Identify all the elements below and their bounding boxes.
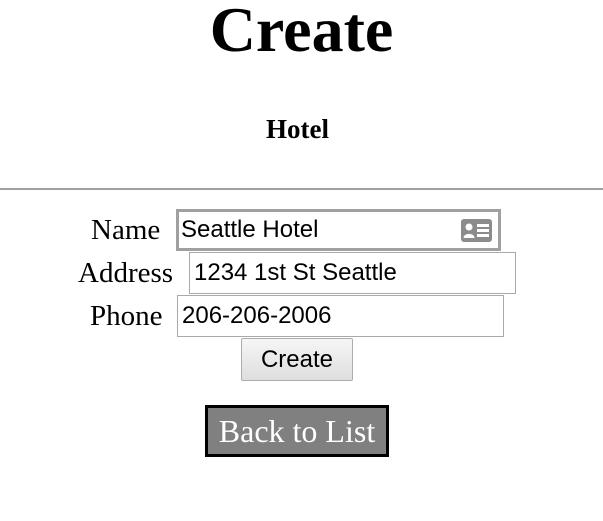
back-to-list-link[interactable]: Back to List: [205, 405, 389, 457]
name-input-value: Seattle Hotel: [181, 216, 319, 243]
address-input[interactable]: 1234 1st St Seattle: [189, 252, 516, 294]
phone-input-value: 206-206-2006: [182, 302, 332, 329]
contact-card-icon[interactable]: [461, 219, 492, 242]
address-input-value: 1234 1st St Seattle: [194, 259, 397, 286]
name-label: Name: [91, 214, 161, 246]
phone-label: Phone: [90, 300, 163, 332]
page-subtitle: Hotel: [266, 114, 329, 144]
create-hotel-page: Create Hotel Name Seattle Hotel Address …: [0, 0, 603, 521]
name-input[interactable]: Seattle Hotel: [176, 209, 501, 251]
page-title: Create: [209, 0, 394, 65]
phone-row: Phone 206-206-2006: [0, 295, 603, 337]
phone-input[interactable]: 206-206-2006: [177, 295, 504, 337]
address-label: Address: [78, 257, 174, 289]
name-row: Name Seattle Hotel: [0, 209, 603, 251]
address-row: Address 1234 1st St Seattle: [0, 252, 603, 294]
create-button[interactable]: Create: [241, 338, 353, 381]
divider: [0, 188, 603, 190]
